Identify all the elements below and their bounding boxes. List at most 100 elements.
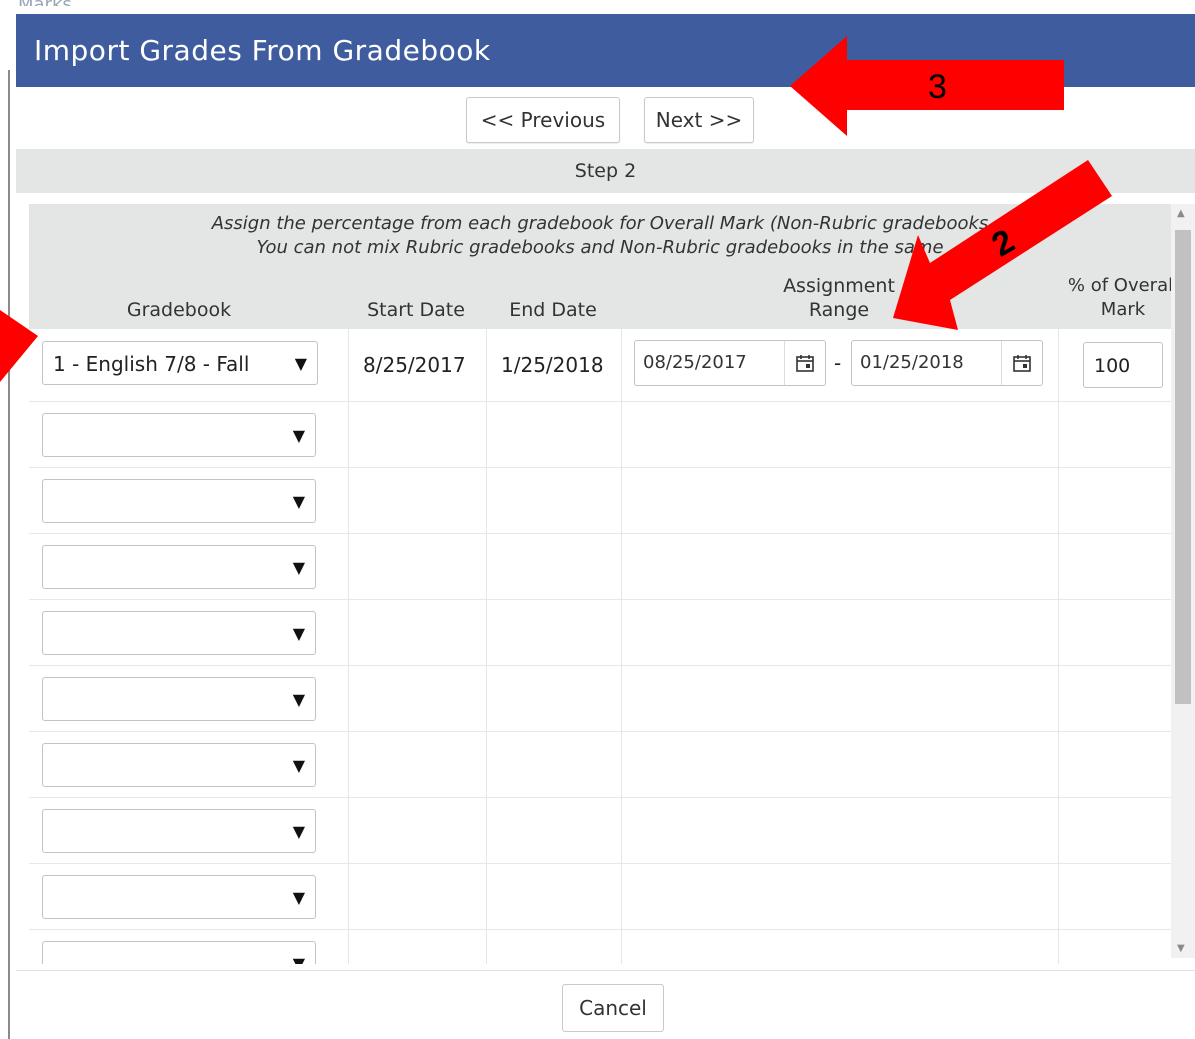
cell-divider (348, 665, 349, 731)
cell-divider (486, 731, 487, 797)
cell-divider (486, 599, 487, 665)
gradebook-select[interactable]: ▼ (42, 611, 316, 655)
cell-divider (621, 599, 622, 665)
import-grades-modal: Import Grades From Gradebook << Previous… (16, 6, 1195, 1039)
chevron-down-icon: ▼ (292, 558, 305, 577)
chevron-down-icon: ▼ (292, 492, 305, 511)
cell-divider (486, 929, 487, 964)
range-end-input[interactable]: 01/25/2018 (851, 340, 1043, 386)
table-row: ▼ (29, 665, 1171, 732)
cell-divider (348, 731, 349, 797)
cell-divider (348, 533, 349, 599)
cell-divider (1058, 797, 1059, 863)
start-date: 8/25/2017 (363, 353, 466, 377)
scroll-down-icon[interactable]: ▼ (1177, 943, 1185, 954)
column-header-percent: % of Overall Mark (1058, 274, 1187, 322)
column-header-percent-line-1: % of Overall (1067, 275, 1179, 296)
end-date: 1/25/2018 (501, 353, 604, 377)
cell-divider (1058, 863, 1059, 929)
step-indicator: Step 2 (16, 149, 1195, 193)
column-header-range-line-1: Assignment (783, 275, 895, 297)
cell-divider (1058, 533, 1059, 599)
column-header-percent-line-2: Mark (1100, 299, 1146, 320)
previous-button[interactable]: << Previous (466, 97, 620, 143)
gradebook-select[interactable]: ▼ (42, 479, 316, 523)
cell-divider (621, 533, 622, 599)
next-button[interactable]: Next >> (644, 97, 754, 143)
percent-value: 100 (1094, 355, 1131, 377)
column-header-gradebook: Gradebook (126, 299, 232, 321)
cell-divider (348, 929, 349, 964)
cell-divider (348, 329, 349, 401)
chevron-down-icon: ▼ (292, 888, 305, 907)
scroll-up-icon[interactable]: ▲ (1177, 208, 1185, 219)
cell-divider (621, 863, 622, 929)
cell-divider (621, 401, 622, 467)
cell-divider (348, 599, 349, 665)
gradebook-select[interactable]: ▼ (42, 545, 316, 589)
grid-scrollbar[interactable]: ▲ ▼ (1171, 204, 1195, 958)
column-header-range-line-2: Range (808, 299, 870, 321)
cell-divider (621, 329, 622, 401)
gradebook-select[interactable]: ▼ (42, 413, 316, 457)
cell-divider (1058, 599, 1059, 665)
gradebook-select[interactable]: ▼ (42, 743, 316, 787)
cell-divider (348, 467, 349, 533)
gradebook-select[interactable]: ▼ (42, 941, 316, 964)
cell-divider (621, 467, 622, 533)
footer-divider (16, 970, 1195, 971)
modal-header: Import Grades From Gradebook (16, 14, 1195, 87)
annotation-label-3: 3 (928, 68, 947, 106)
chevron-down-icon: ▼ (292, 624, 305, 643)
cell-divider (486, 467, 487, 533)
background-divider (8, 70, 10, 1039)
gradebook-select-value: 1 - English 7/8 - Fall (53, 352, 250, 376)
range-end-value: 01/25/2018 (860, 352, 964, 373)
cell-divider (348, 863, 349, 929)
table-row: ▼ (29, 467, 1171, 534)
gradebook-select[interactable]: ▼ (42, 875, 316, 919)
cell-divider (1058, 467, 1059, 533)
cell-divider (621, 929, 622, 964)
cell-divider (621, 731, 622, 797)
scrollbar-thumb[interactable] (1175, 230, 1191, 704)
cell-divider (486, 533, 487, 599)
cell-divider (621, 797, 622, 863)
table-row: ▼ (29, 797, 1171, 864)
cell-divider (1058, 665, 1059, 731)
modal-title: Import Grades From Gradebook (34, 34, 491, 67)
cell-divider (621, 665, 622, 731)
cell-divider (486, 797, 487, 863)
table-row: ▼ (29, 533, 1171, 600)
gradebook-select[interactable]: 1 - English 7/8 - Fall ▼ (42, 341, 318, 385)
table-row: ▼ (29, 731, 1171, 798)
calendar-icon[interactable] (784, 341, 825, 385)
chevron-down-icon: ▼ (292, 954, 305, 964)
range-start-value: 08/25/2017 (643, 352, 747, 373)
gradebook-select[interactable]: ▼ (42, 809, 316, 853)
cell-divider (1058, 401, 1059, 467)
chevron-down-icon: ▼ (292, 756, 305, 775)
cancel-button[interactable]: Cancel (562, 984, 664, 1032)
gradebook-grid: Assign the percentage from each gradeboo… (29, 204, 1187, 964)
cell-divider (348, 401, 349, 467)
cell-divider (348, 797, 349, 863)
cell-divider (1058, 329, 1059, 401)
table-row: ▼ (29, 401, 1171, 468)
column-header-end-date: End Date (509, 299, 597, 321)
percent-input[interactable]: 100 (1083, 342, 1163, 388)
cell-divider (1058, 929, 1059, 964)
cell-divider (486, 401, 487, 467)
table-row: 1 - English 7/8 - Fall ▼ 8/25/2017 1/25/… (29, 329, 1171, 402)
chevron-down-icon: ▼ (294, 354, 307, 373)
cell-divider (486, 863, 487, 929)
range-separator: - (834, 351, 842, 375)
range-start-input[interactable]: 08/25/2017 (634, 340, 826, 386)
table-row: ▼ (29, 599, 1171, 666)
cell-divider (486, 665, 487, 731)
chevron-down-icon: ▼ (292, 822, 305, 841)
column-header-start-date: Start Date (367, 299, 465, 321)
calendar-icon[interactable] (1001, 341, 1042, 385)
table-row: ▼ (29, 863, 1171, 930)
gradebook-select[interactable]: ▼ (42, 677, 316, 721)
